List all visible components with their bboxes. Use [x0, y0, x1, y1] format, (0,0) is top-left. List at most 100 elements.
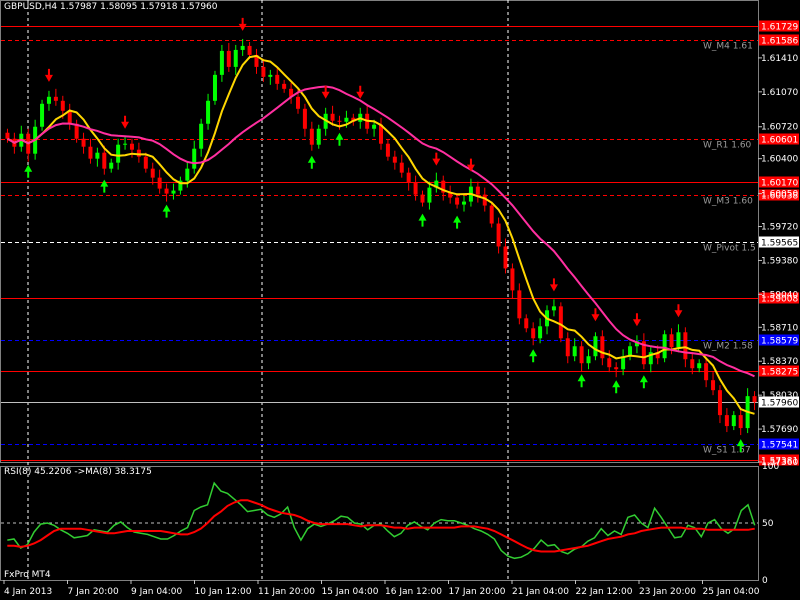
bear-candle	[531, 328, 536, 339]
bull-candle	[233, 49, 238, 67]
rsi-ma-line	[7, 499, 755, 553]
bear-candle	[475, 186, 480, 195]
bear-candle	[607, 358, 612, 368]
bear-candle	[309, 128, 314, 145]
price-tick-label: 1.61070	[761, 88, 798, 98]
bear-candle	[752, 396, 757, 403]
bear-candle	[724, 415, 729, 427]
up-arrow-icon	[529, 349, 538, 363]
bear-candle	[337, 120, 342, 122]
price-tick-label: 1.59040	[761, 290, 798, 300]
bear-candle	[261, 66, 266, 77]
bull-candle	[344, 117, 349, 122]
bull-candle	[212, 74, 217, 101]
bear-candle	[302, 108, 307, 129]
bull-candle	[199, 123, 204, 149]
bear-candle	[579, 346, 584, 364]
ohlc-label: 1.57987 1.58095 1.57918 1.57960	[60, 2, 218, 12]
bear-candle	[60, 100, 65, 111]
level-price-tag-text: 1.57541	[761, 441, 798, 451]
time-tick-label: 25 Jan 04:00	[703, 587, 760, 597]
price-tick-label: 1.60400	[761, 155, 798, 165]
rsi-ma-label: ->MA(8) 38.3175	[74, 467, 152, 477]
up-arrow-icon	[335, 132, 344, 146]
price-tick-label: 1.59380	[761, 256, 798, 266]
down-arrow-icon	[591, 308, 600, 322]
chart-canvas[interactable]: 1.61729 W_M4 1.61 1.61586 W_R1 1.60 1.60601 1…	[0, 0, 800, 600]
bear-candle	[150, 168, 155, 178]
bear-candle	[510, 268, 515, 291]
level-name-label: W_R1 1.60	[703, 141, 752, 151]
rsi-tick-label: 100	[762, 462, 779, 472]
rsi-line	[7, 481, 756, 560]
bull-candle	[551, 306, 556, 311]
bull-candle	[697, 363, 702, 369]
bear-candle	[690, 359, 695, 369]
bull-candle	[572, 346, 577, 357]
bull-candle	[731, 415, 736, 427]
up-arrow-icon	[639, 375, 648, 389]
up-arrow-icon	[100, 179, 109, 193]
time-tick-label: 7 Jan 20:00	[68, 587, 120, 597]
down-arrow-icon	[121, 115, 130, 129]
bear-candle	[295, 96, 300, 109]
down-arrow-icon	[356, 85, 365, 99]
bull-candle	[240, 45, 245, 50]
bull-candle	[219, 50, 224, 75]
bear-candle	[704, 363, 709, 381]
rsi-tick-label: 0	[762, 576, 768, 586]
rsi-label: RSI(8) 45.2206	[4, 467, 72, 477]
bear-candle	[102, 152, 107, 169]
up-arrow-icon	[577, 374, 586, 388]
symbol-label: GBPUSD,H4	[4, 2, 58, 12]
time-tick-label: 21 Jan 04:00	[512, 587, 569, 597]
bear-candle	[282, 83, 287, 89]
bear-candle	[420, 194, 425, 203]
bear-candle	[517, 290, 522, 319]
bear-candle	[614, 367, 619, 370]
bear-candle	[717, 390, 722, 416]
price-tick-label: 1.58030	[761, 391, 798, 401]
bull-candle	[109, 162, 114, 169]
time-tick-label: 11 Jan 20:00	[258, 587, 315, 597]
bear-candle	[143, 156, 148, 169]
bear-candle	[5, 132, 10, 139]
bear-candle	[164, 188, 169, 194]
bull-candle	[116, 144, 121, 163]
bear-candle	[385, 143, 390, 157]
bull-candle	[192, 148, 197, 169]
bear-candle	[157, 177, 162, 189]
time-tick-label: 4 Jan 2013	[4, 587, 52, 597]
bear-candle	[496, 223, 501, 247]
level-price-tag-text: 1.61586	[761, 37, 798, 47]
rsi-tick-label: 50	[762, 519, 774, 529]
up-arrow-icon	[612, 380, 621, 394]
bear-candle	[600, 336, 605, 359]
bear-candle	[136, 149, 141, 157]
level-price-tag-text: 1.58579	[761, 337, 798, 347]
bear-candle	[455, 197, 460, 205]
up-arrow-icon	[307, 155, 316, 169]
price-tick-label: 1.58710	[761, 323, 798, 333]
bull-candle	[662, 334, 667, 359]
bear-candle	[413, 182, 418, 195]
bull-candle	[316, 128, 321, 145]
bull-candle	[593, 336, 598, 357]
bear-candle	[67, 110, 72, 124]
bear-candle	[558, 306, 563, 339]
bull-candle	[586, 356, 591, 364]
chart-header: GBPUSD,H4 1.57987 1.58095 1.57918 1.5796…	[4, 2, 218, 12]
time-tick-label: 15 Jan 04:00	[322, 587, 379, 597]
bear-candle	[669, 334, 674, 348]
bear-candle	[489, 205, 494, 224]
bull-candle	[462, 201, 467, 205]
bear-candle	[330, 113, 335, 121]
down-arrow-icon	[238, 17, 247, 31]
price-tick-label: 1.60720	[761, 123, 798, 133]
level-name-label: W_S1 1.57	[703, 446, 751, 456]
down-arrow-icon	[432, 152, 441, 166]
down-arrow-icon	[549, 278, 558, 292]
price-tick-label: 1.60050	[761, 190, 798, 200]
bull-candle	[538, 326, 543, 339]
bear-candle	[683, 332, 688, 360]
